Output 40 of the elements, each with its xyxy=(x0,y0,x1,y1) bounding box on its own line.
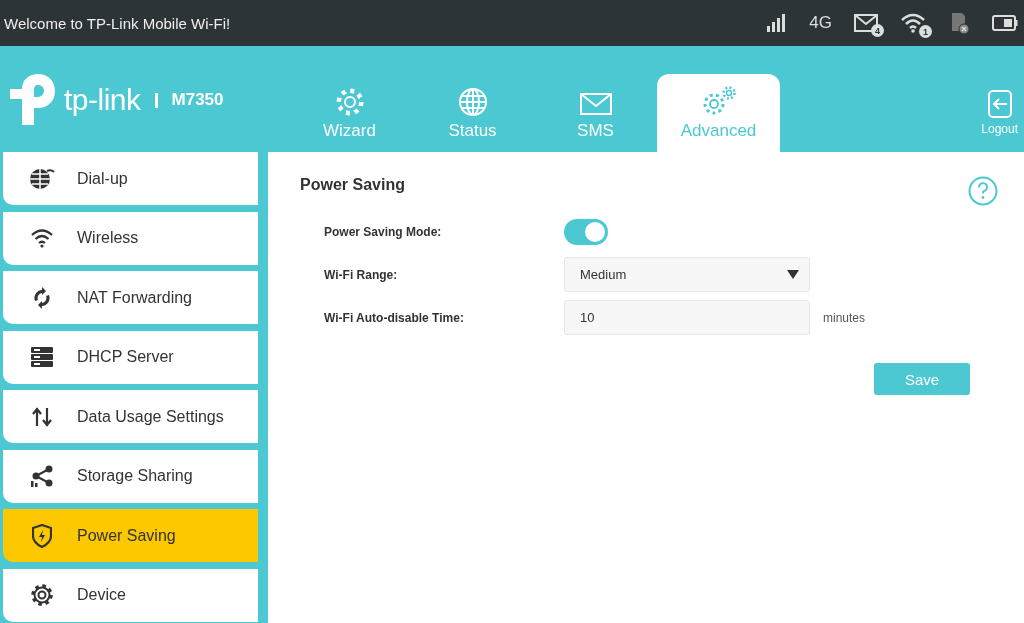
cycle-icon xyxy=(31,286,53,309)
field-label: Wi-Fi Auto-disable Time: xyxy=(324,310,465,325)
message-count-badge: 4 xyxy=(871,24,884,37)
welcome-text: Welcome to TP-Link Mobile Wi-Fi! xyxy=(4,14,231,32)
shield-icon xyxy=(32,523,52,548)
gear-icon xyxy=(31,584,53,606)
help-icon[interactable] xyxy=(968,176,998,206)
globe-icon xyxy=(457,87,488,117)
signal-icon xyxy=(767,14,788,32)
model-name: M7350 xyxy=(171,90,224,110)
sidebar-item[interactable]: DHCP Server xyxy=(3,330,258,384)
up-down-arrows-icon xyxy=(31,405,53,428)
logout-icon xyxy=(986,90,1013,118)
input-field[interactable]: 10 xyxy=(564,300,810,335)
share-icon xyxy=(30,465,54,487)
sidebar-item[interactable]: Storage Sharing xyxy=(3,449,258,503)
toggle-switch[interactable] xyxy=(564,218,608,245)
brand-name: tp-link xyxy=(64,83,141,117)
battery-icon xyxy=(992,15,1018,31)
sidebar-item[interactable]: Power Saving xyxy=(3,509,258,562)
field-label: Power Saving Mode: xyxy=(324,224,443,239)
gear-icon xyxy=(334,87,365,117)
wifi-icon xyxy=(30,228,54,248)
globe-icon xyxy=(29,166,55,191)
caret-icon xyxy=(787,270,799,279)
envelope-icon xyxy=(579,91,612,117)
sidebar-item[interactable]: Data Usage Settings xyxy=(3,390,258,443)
network-type-text: 4G xyxy=(809,13,832,33)
envelope-icon xyxy=(854,14,878,32)
field-label: Wi-Fi Range: xyxy=(324,267,399,282)
page-title: Power Saving xyxy=(300,176,405,194)
sidebar-item[interactable]: Dial-up xyxy=(3,152,258,205)
sidebar-item[interactable]: Device xyxy=(3,568,258,622)
wifi-icon xyxy=(900,13,926,33)
client-count-badge: 1 xyxy=(919,25,932,38)
sidebar-item[interactable]: Wireless xyxy=(3,211,258,265)
dropdown[interactable]: Medium xyxy=(564,257,810,292)
sidebar-item[interactable]: NAT Forwarding xyxy=(3,271,258,324)
unit-text: minutes xyxy=(823,310,866,325)
server-icon xyxy=(31,347,53,367)
